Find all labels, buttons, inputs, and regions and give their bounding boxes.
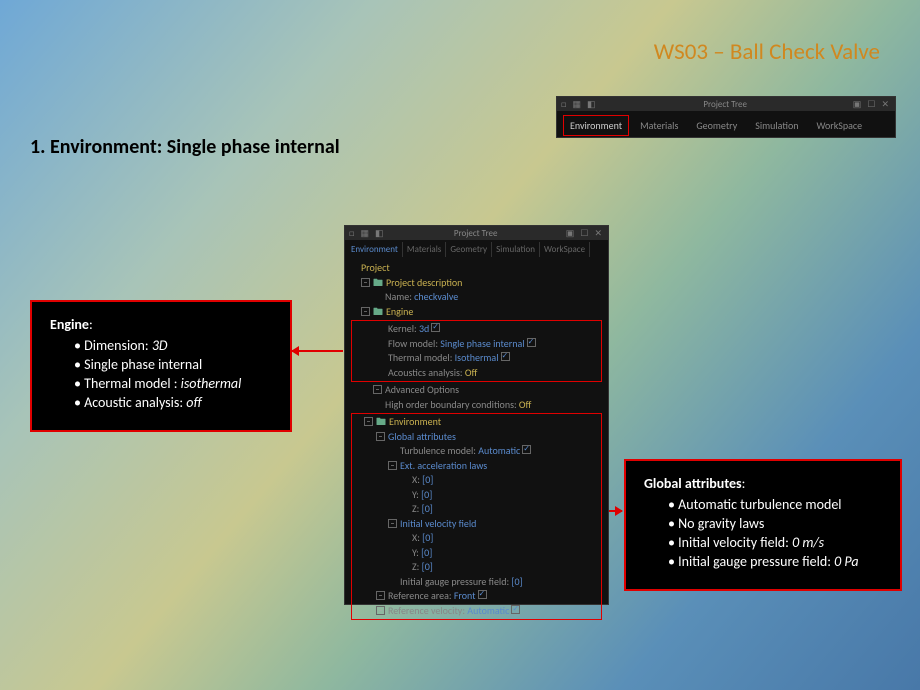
- panel-title: Project Tree: [703, 99, 747, 110]
- callout-item: Acoustic analysis:: [84, 394, 186, 411]
- collapse-icon[interactable]: −: [388, 461, 397, 470]
- slide-title: WS03 – Ball Check Valve: [654, 38, 880, 66]
- tree-node-z[interactable]: Z: [0]: [354, 502, 599, 517]
- tab-workspace[interactable]: WorkSpace: [540, 242, 590, 257]
- checkbox-icon[interactable]: [527, 338, 536, 347]
- callout-value: 0 m/s: [792, 534, 824, 551]
- callout-item: Automatic turbulence model: [678, 496, 841, 513]
- tree-node-thermal[interactable]: Thermal model: Isothermal: [354, 351, 599, 366]
- tree-node-ext-accel[interactable]: −Ext. acceleration laws: [354, 459, 599, 474]
- folder-icon: 🖿: [376, 415, 386, 428]
- checkbox-icon[interactable]: [431, 323, 440, 332]
- callout-item: Initial velocity field:: [678, 534, 792, 551]
- tab-materials[interactable]: Materials: [633, 115, 685, 136]
- panel-titlebar: □ ▦ ◧ Project Tree ▣ ☐ ✕: [557, 97, 895, 111]
- titlebar-left-icons: □ ▦ ◧: [561, 99, 598, 110]
- tab-simulation[interactable]: Simulation: [492, 242, 540, 257]
- tab-environment[interactable]: Environment: [347, 242, 403, 257]
- collapse-icon[interactable]: −: [388, 519, 397, 528]
- tree-node-hobc[interactable]: High order boundary conditions: Off: [351, 398, 602, 413]
- callout-item: No gravity laws: [678, 515, 764, 532]
- tree-node-environment[interactable]: −🖿Environment: [354, 415, 599, 430]
- checkbox-icon[interactable]: [522, 445, 531, 454]
- collapse-icon[interactable]: −: [364, 417, 373, 426]
- collapse-icon[interactable]: −: [376, 606, 385, 615]
- callout-value: off: [186, 394, 201, 411]
- tree-body: Project −🖿Project description Name: chec…: [345, 257, 608, 625]
- tree-node-project[interactable]: Project: [351, 261, 602, 276]
- tab-geometry[interactable]: Geometry: [689, 115, 744, 136]
- tree-node-global-attr[interactable]: −Global attributes: [354, 430, 599, 445]
- tab-materials[interactable]: Materials: [403, 242, 446, 257]
- tree-node-x[interactable]: X: [0]: [354, 473, 599, 488]
- tree-node-flowmodel[interactable]: Flow model: Single phase internal: [354, 337, 599, 352]
- tree-node-advanced[interactable]: −Advanced Options: [351, 383, 602, 398]
- titlebar-right-icons: ▣ ☐ ✕: [853, 99, 891, 110]
- callout-global-title: Global attributes: [644, 475, 742, 492]
- collapse-icon[interactable]: −: [361, 307, 370, 316]
- callout-engine: Engine: Dimension: 3D Single phase inter…: [30, 300, 292, 432]
- checkbox-icon[interactable]: [501, 352, 510, 361]
- panel-title: Project Tree: [454, 228, 498, 239]
- tree-node-project-desc[interactable]: −🖿Project description: [351, 276, 602, 291]
- arrow-engine: [292, 350, 343, 352]
- folder-icon: 🖿: [373, 276, 383, 289]
- tab-workspace[interactable]: WorkSpace: [809, 115, 869, 136]
- collapse-icon[interactable]: −: [376, 591, 385, 600]
- callout-item: Dimension:: [84, 337, 152, 354]
- callout-item: Initial gauge pressure field:: [678, 553, 834, 570]
- tab-bar: Environment Materials Geometry Simulatio…: [345, 240, 608, 257]
- callout-value: 0 Pa: [834, 553, 858, 570]
- tree-node-ivf[interactable]: −Initial velocity field: [354, 517, 599, 532]
- project-tree-panel-small: □ ▦ ◧ Project Tree ▣ ☐ ✕ Environment Mat…: [556, 96, 896, 138]
- tree-node-igp[interactable]: Initial gauge pressure field: [0]: [354, 575, 599, 590]
- collapse-icon[interactable]: −: [376, 432, 385, 441]
- tree-node-ivf-z[interactable]: Z: [0]: [354, 560, 599, 575]
- callout-value: isothermal: [181, 375, 242, 392]
- collapse-icon[interactable]: −: [373, 385, 382, 394]
- titlebar-right-icons: ▣ ☐ ✕: [566, 228, 604, 239]
- checkbox-icon[interactable]: [511, 605, 520, 614]
- tree-node-acoustics[interactable]: Acoustics analysis: Off: [354, 366, 599, 381]
- tab-geometry[interactable]: Geometry: [446, 242, 492, 257]
- tree-node-y[interactable]: Y: [0]: [354, 488, 599, 503]
- tab-bar: Environment Materials Geometry Simulatio…: [557, 111, 895, 136]
- callout-global-attributes: Global attributes: Automatic turbulence …: [624, 459, 902, 591]
- folder-icon: 🖿: [373, 305, 383, 318]
- callout-engine-title: Engine: [50, 316, 89, 333]
- collapse-icon[interactable]: −: [361, 278, 370, 287]
- tab-simulation[interactable]: Simulation: [748, 115, 805, 136]
- checkbox-icon[interactable]: [478, 590, 487, 599]
- project-tree-panel: □ ▦ ◧ Project Tree ▣ ☐ ✕ Environment Mat…: [344, 225, 609, 605]
- tree-node-turbulence[interactable]: Turbulence model: Automatic: [354, 444, 599, 459]
- titlebar-left-icons: □ ▦ ◧: [349, 228, 386, 239]
- highlight-global: −🖿Environment −Global attributes Turbule…: [351, 413, 602, 620]
- tree-node-ivf-x[interactable]: X: [0]: [354, 531, 599, 546]
- highlight-engine: Kernel: 3d Flow model: Single phase inte…: [351, 320, 602, 382]
- tree-node-refarea[interactable]: −Reference area: Front: [354, 589, 599, 604]
- panel-titlebar: □ ▦ ◧ Project Tree ▣ ☐ ✕: [345, 226, 608, 240]
- tree-node-kernel[interactable]: Kernel: 3d: [354, 322, 599, 337]
- tree-node-name[interactable]: Name: checkvalve: [351, 290, 602, 305]
- section-heading: 1. Environment: Single phase internal: [30, 135, 340, 159]
- tree-node-refvel[interactable]: −Reference velocity: Automatic: [354, 604, 599, 619]
- callout-item: Thermal model :: [84, 375, 180, 392]
- tree-node-ivf-y[interactable]: Y: [0]: [354, 546, 599, 561]
- tree-node-engine[interactable]: −🖿Engine: [351, 305, 602, 320]
- callout-value: 3D: [152, 337, 168, 354]
- callout-item: Single phase internal: [84, 356, 202, 373]
- tab-environment[interactable]: Environment: [563, 115, 629, 136]
